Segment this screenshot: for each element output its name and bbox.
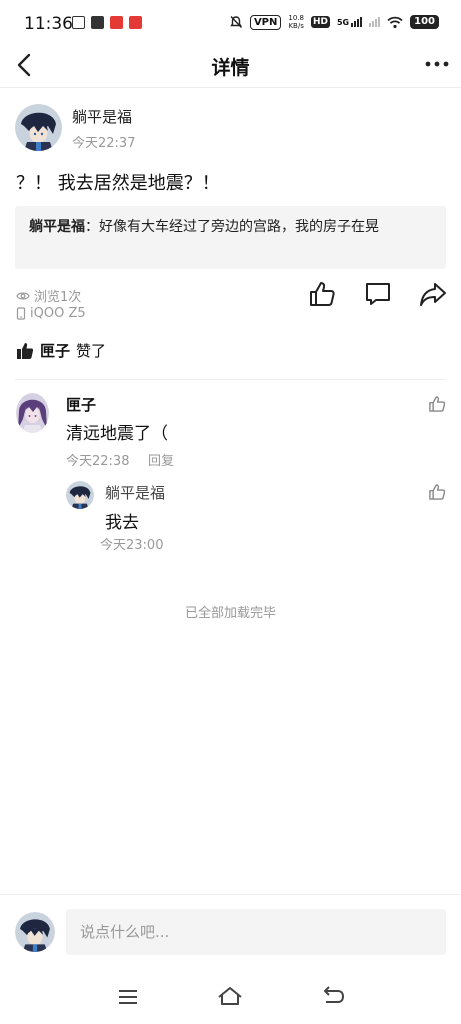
mute-bell-icon: [230, 16, 242, 28]
share-icon: [420, 283, 446, 306]
quoted-post[interactable]: 躺平是福：好像有大车经过了旁边的宫路，我的房子在晃: [15, 206, 446, 269]
phone-icon: [16, 307, 26, 320]
device-row: iQOO Z5: [16, 306, 86, 321]
author-avatar[interactable]: [15, 104, 62, 151]
top-nav-bar: 详情: [0, 44, 461, 88]
comment-input[interactable]: [66, 909, 446, 955]
author-name[interactable]: 躺平是福: [72, 106, 132, 127]
post-content: ？！ 我去居然是地震？！: [16, 173, 220, 194]
menu-icon: [119, 990, 137, 1004]
status-bar: 11:36 VPN 10.8 KB/s HD 5G 100: [0, 0, 461, 48]
more-dots-icon: [425, 61, 449, 67]
clipboard-check-icon: [91, 16, 104, 29]
comment-text: 清远地震了（: [66, 424, 168, 444]
vpn-badge: VPN: [249, 14, 282, 30]
eye-icon: [16, 291, 30, 300]
share-button[interactable]: [419, 280, 447, 308]
comment-time: 今天22:38: [66, 454, 130, 469]
wifi-icon: [387, 16, 403, 28]
post-time: 今天22:37: [72, 136, 136, 151]
app-badge-icon: [110, 16, 123, 29]
reply-text: 我去: [105, 513, 139, 533]
bilibili-icon: [72, 16, 85, 29]
gallery-icon: [129, 16, 142, 29]
notification-icons: [72, 16, 142, 29]
comment-author[interactable]: 匣子: [66, 394, 96, 415]
signal-icon: [369, 17, 381, 27]
home-icon: [218, 987, 242, 1005]
more-button[interactable]: [425, 52, 449, 76]
my-avatar[interactable]: [15, 912, 55, 952]
return-icon: [324, 986, 345, 1003]
commenter-avatar[interactable]: [16, 393, 49, 433]
quoted-text: 好像有大车经过了旁边的宫路，我的房子在晃: [99, 219, 379, 235]
page-title: 详情: [211, 57, 250, 79]
nav-back-button[interactable]: [318, 982, 348, 1012]
bottom-divider: [0, 894, 461, 895]
thumb-up-filled-icon: [17, 342, 34, 359]
thumb-up-icon: [429, 484, 446, 500]
liker-name[interactable]: 匣子: [40, 340, 70, 361]
status-right-icons: VPN 10.8 KB/s HD 5G 100: [229, 14, 439, 30]
net-speed: 10.8 KB/s: [288, 14, 304, 30]
nav-menu-button[interactable]: [113, 982, 143, 1012]
signal-5g-icon: 5G: [337, 17, 363, 27]
battery-icon: 100: [410, 15, 439, 29]
thumb-up-icon: [429, 396, 446, 412]
nav-home-button[interactable]: [215, 982, 245, 1012]
all-loaded-note: 已全部加载完毕: [184, 606, 276, 621]
comment-icon: [366, 283, 390, 305]
like-button[interactable]: [308, 280, 336, 308]
reply-button[interactable]: 回复: [148, 450, 174, 469]
device-name: iQOO Z5: [30, 306, 86, 321]
reply-like-button[interactable]: [428, 483, 446, 501]
status-time: 11:36: [24, 14, 73, 34]
hd-badge: HD: [310, 16, 330, 28]
quoted-author: 躺平是福: [29, 219, 85, 235]
likes-row: 匣子 赞了: [16, 340, 106, 361]
reply-avatar[interactable]: [66, 481, 94, 509]
views-count: 浏览1次: [34, 290, 82, 305]
reply-author[interactable]: 躺平是福: [105, 482, 165, 503]
comment-button[interactable]: [364, 280, 392, 308]
quote-separator: ：: [85, 219, 99, 235]
divider: [15, 379, 446, 380]
thumb-up-icon: [310, 282, 335, 306]
reply-time: 今天23:00: [100, 538, 164, 553]
comment-like-button[interactable]: [428, 395, 446, 413]
views-row: 浏览1次: [16, 286, 81, 305]
likes-suffix: 赞了: [76, 342, 107, 360]
